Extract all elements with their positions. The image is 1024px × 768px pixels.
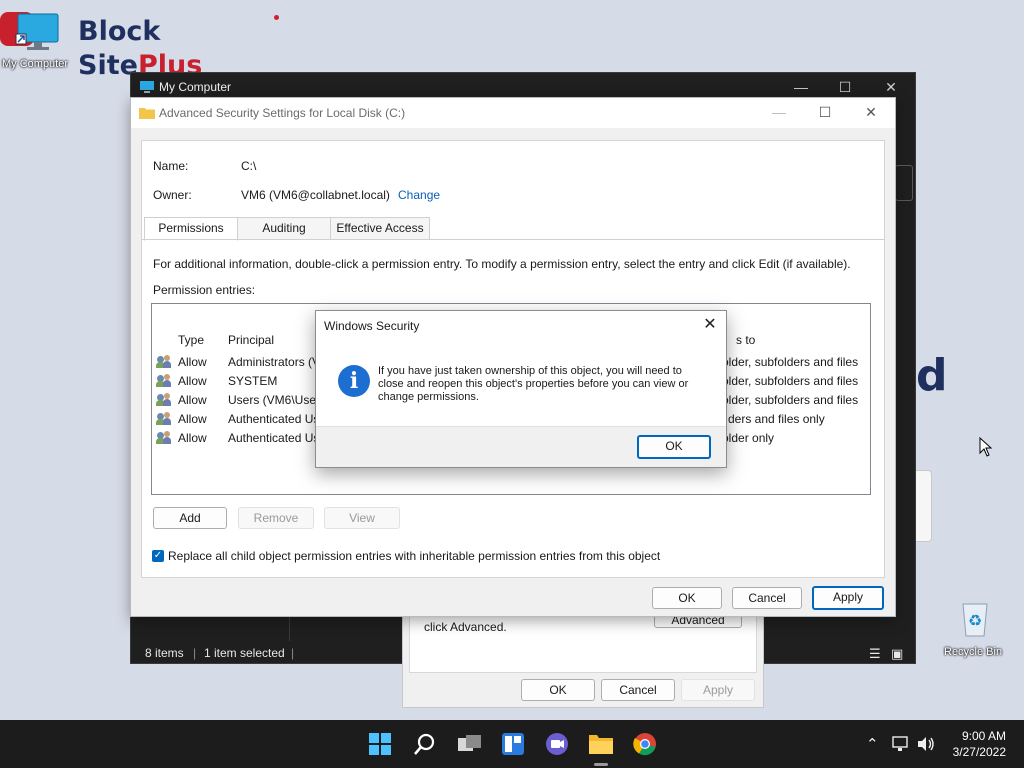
active-app-indicator	[594, 763, 608, 766]
my-computer-label: My Computer	[2, 58, 69, 70]
mouse-cursor-icon	[979, 437, 993, 457]
adv-apply-button[interactable]: Apply	[812, 586, 884, 610]
name-value: C:\	[241, 159, 257, 173]
entry-applies-to: older, subfolders and files	[722, 355, 859, 369]
close-icon[interactable]: ✕	[700, 315, 720, 335]
info-text: For additional information, double-click…	[153, 257, 851, 271]
taskbar: ⌃ 9:00 AM 3/27/2022	[0, 720, 1024, 768]
entry-principal: Authenticated Us	[228, 431, 320, 445]
entry-type: Allow	[178, 431, 207, 445]
props-ok-button[interactable]: OK	[521, 679, 595, 701]
svg-text:♻: ♻	[968, 611, 982, 630]
explorer-search-box[interactable]	[895, 165, 913, 201]
wallpaper-dot	[274, 15, 279, 20]
search-icon[interactable]	[413, 732, 437, 756]
clock-time: 9:00 AM	[961, 729, 1006, 743]
info-icon: i	[338, 365, 370, 397]
computer-icon	[140, 81, 154, 93]
column-header-principal[interactable]: Principal	[228, 333, 274, 347]
tab-effective-access[interactable]: Effective Access	[330, 217, 430, 240]
status-separator: |	[193, 646, 197, 660]
entry-principal: Authenticated Us	[228, 412, 320, 426]
widgets-icon[interactable]	[501, 732, 525, 756]
replace-checkbox[interactable]: ✓	[152, 550, 164, 562]
adv-titlebar: Advanced Security Settings for Local Dis…	[131, 98, 895, 128]
minimize-icon[interactable]: —	[779, 76, 823, 98]
start-icon[interactable]	[368, 732, 392, 756]
computer-icon	[15, 13, 59, 50]
entry-applies-to: ders and files only	[728, 412, 825, 426]
view-button[interactable]: View	[324, 507, 400, 529]
teams-chat-icon[interactable]	[545, 732, 569, 756]
status-item-count: 8 items	[145, 646, 184, 660]
entry-type: Allow	[178, 393, 207, 407]
remove-button[interactable]: Remove	[238, 507, 314, 529]
column-header-applies-to[interactable]: s to	[736, 333, 755, 347]
users-icon	[156, 412, 172, 426]
users-icon	[156, 431, 172, 445]
entry-applies-to: older, subfolders and files	[722, 393, 859, 407]
tiles-view-icon[interactable]: ▣	[891, 646, 903, 662]
entry-principal: Users (VM6\User	[228, 393, 321, 407]
folder-icon	[139, 108, 155, 119]
entry-type: Allow	[178, 374, 207, 388]
network-icon[interactable]	[892, 736, 910, 752]
entry-type: Allow	[178, 355, 207, 369]
owner-label: Owner:	[153, 188, 192, 202]
adv-cancel-button[interactable]: Cancel	[732, 587, 802, 609]
owner-value: VM6 (VM6@collabnet.local)	[241, 188, 390, 202]
change-owner-link[interactable]: Change	[398, 188, 440, 202]
entry-principal: SYSTEM	[228, 374, 278, 388]
close-icon[interactable]: ✕	[849, 101, 893, 123]
explorer-title: My Computer	[159, 80, 232, 94]
entries-label: Permission entries:	[153, 283, 256, 297]
status-separator: |	[291, 646, 295, 660]
tab-divider	[142, 239, 884, 240]
name-label: Name:	[153, 159, 189, 173]
close-icon[interactable]: ✕	[869, 76, 913, 98]
security-ok-button[interactable]: OK	[637, 435, 711, 459]
add-button[interactable]: Add	[153, 507, 227, 529]
entry-type: Allow	[178, 412, 207, 426]
properties-text: click Advanced.	[424, 620, 507, 634]
adv-title: Advanced Security Settings for Local Dis…	[159, 106, 406, 120]
tab-auditing[interactable]: Auditing	[237, 217, 331, 240]
users-icon	[156, 374, 172, 388]
file-explorer-icon[interactable]	[588, 732, 614, 756]
column-header-type[interactable]: Type	[178, 333, 204, 347]
maximize-icon[interactable]: ☐	[823, 76, 867, 98]
users-icon	[156, 355, 172, 369]
desktop-icon-my-computer[interactable]: My Computer	[0, 10, 80, 74]
security-dialog-title: Windows Security	[324, 319, 420, 333]
security-dialog-footer: OK	[316, 426, 726, 467]
logo-word-site: Site	[78, 50, 138, 81]
entry-principal: Administrators (V	[228, 355, 321, 369]
logo-word-block: Block	[78, 16, 161, 47]
minimize-icon[interactable]: —	[757, 101, 801, 123]
adv-ok-button[interactable]: OK	[652, 587, 722, 609]
entry-applies-to: older only	[722, 431, 775, 445]
task-view-icon[interactable]	[457, 732, 483, 756]
status-selected: 1 item selected	[204, 646, 285, 660]
recycle-bin-label: Recycle Bin	[944, 646, 1003, 658]
clock-date: 3/27/2022	[952, 745, 1006, 759]
windows-security-dialog: Windows Security ✕ i If you have just ta…	[315, 310, 727, 468]
entry-applies-to: older, subfolders and files	[722, 374, 859, 388]
tab-permissions[interactable]: Permissions	[144, 217, 238, 241]
desktop-icon-recycle-bin[interactable]: ♻ Recycle Bin	[944, 596, 1010, 662]
props-cancel-button[interactable]: Cancel	[601, 679, 675, 701]
chevron-up-icon[interactable]: ⌃	[866, 735, 879, 753]
clock[interactable]: 9:00 AM 3/27/2022	[953, 728, 1006, 760]
replace-checkbox-label: Replace all child object permission entr…	[168, 549, 661, 563]
details-view-icon[interactable]: ☰	[869, 646, 881, 662]
users-icon	[156, 393, 172, 407]
wallpaper-letter: d	[916, 350, 948, 401]
props-apply-button[interactable]: Apply	[681, 679, 755, 701]
volume-icon[interactable]	[916, 736, 936, 752]
security-message: If you have just taken ownership of this…	[378, 365, 689, 403]
explorer-divider	[289, 613, 290, 641]
recycle-bin-icon: ♻	[962, 603, 988, 637]
chrome-icon[interactable]	[633, 732, 657, 756]
maximize-icon[interactable]: ☐	[803, 101, 847, 123]
